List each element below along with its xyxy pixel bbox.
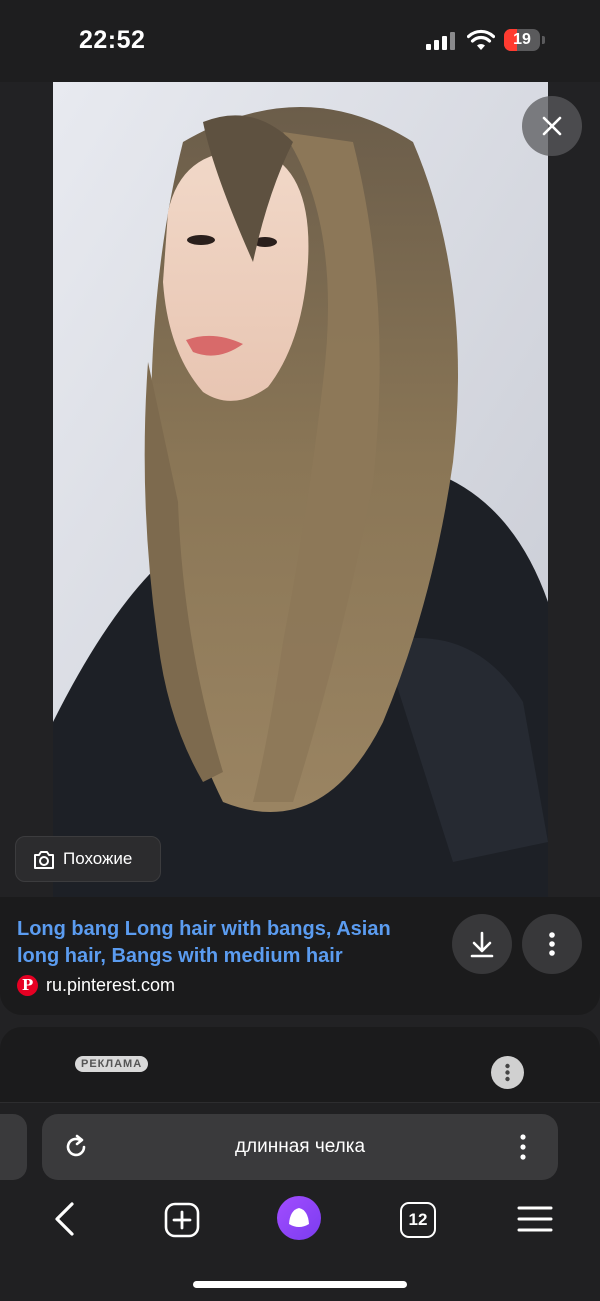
battery-level: 19 (513, 31, 531, 48)
more-options-button[interactable] (522, 914, 582, 974)
reload-icon[interactable] (62, 1133, 90, 1161)
ad-more-button[interactable] (491, 1056, 524, 1089)
download-button[interactable] (452, 914, 512, 974)
back-icon[interactable] (52, 1200, 76, 1238)
alice-assistant-button[interactable] (277, 1196, 321, 1240)
status-bar: 22:52 19 (0, 0, 600, 82)
more-vertical-icon (549, 932, 555, 956)
tab-count: 12 (400, 1202, 436, 1238)
tabs-button[interactable]: 12 (400, 1202, 436, 1238)
cellular-signal-icon (426, 32, 455, 50)
result-image[interactable] (53, 82, 548, 897)
source-domain: ru.pinterest.com (46, 975, 176, 995)
download-icon (470, 931, 494, 958)
battery-indicator: 19 (504, 29, 548, 51)
wifi-icon (467, 29, 495, 50)
alice-icon (289, 1208, 309, 1227)
status-time: 22:52 (79, 26, 146, 54)
hamburger-menu-icon[interactable] (517, 1205, 553, 1233)
search-query[interactable]: длинная челка (102, 1114, 498, 1180)
more-vertical-icon (505, 1063, 510, 1082)
result-title-link[interactable]: Long bang Long hair with bangs, Asian lo… (17, 916, 437, 970)
close-icon (542, 116, 562, 136)
new-tab-icon[interactable] (164, 1202, 200, 1238)
similar-button-label: Похожие (63, 849, 133, 868)
address-bar[interactable]: длинная челка (42, 1114, 558, 1180)
close-button[interactable] (522, 96, 582, 156)
home-indicator (193, 1281, 407, 1288)
similar-button[interactable]: Похожие (15, 836, 161, 882)
ad-badge: РЕКЛАМА (75, 1056, 149, 1072)
previous-tab-card[interactable] (0, 1114, 27, 1180)
camera-lens-icon (34, 851, 54, 869)
more-vertical-icon[interactable] (512, 1132, 534, 1162)
pinterest-icon: P (17, 975, 38, 996)
